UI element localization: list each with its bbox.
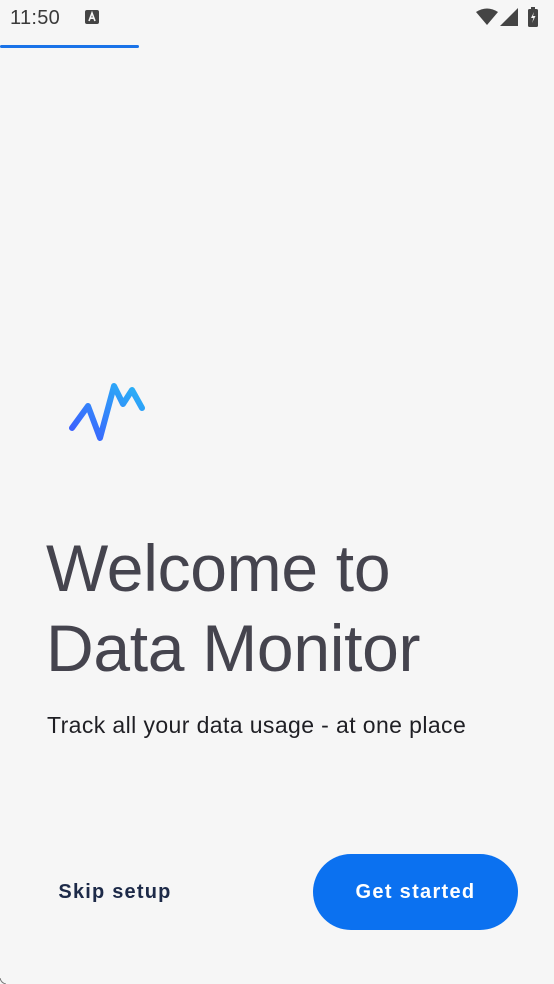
welcome-subtitle: Track all your data usage - at one place [47,712,467,738]
welcome-title: Welcome to Data Monitor [46,528,526,688]
welcome-screen: 11:50 Welcome to Data Monitor Track all … [0,0,554,984]
setup-progress-bar [0,45,554,48]
welcome-title-line-2: Data Monitor [46,611,421,685]
signal-icon [500,8,518,26]
get-started-button[interactable]: Get started [313,854,518,930]
skip-setup-button[interactable]: Skip setup [40,862,190,922]
status-time: 11:50 [10,7,61,29]
screen-corner-mark [0,978,6,984]
welcome-title-line-1: Welcome to [46,531,391,605]
pulse-chart-icon [69,383,145,441]
status-bar: 11:50 [0,0,554,38]
battery-icon [528,7,538,27]
setup-progress-fill [0,45,139,48]
wifi-icon [476,8,498,25]
a-notification-icon [85,10,99,24]
